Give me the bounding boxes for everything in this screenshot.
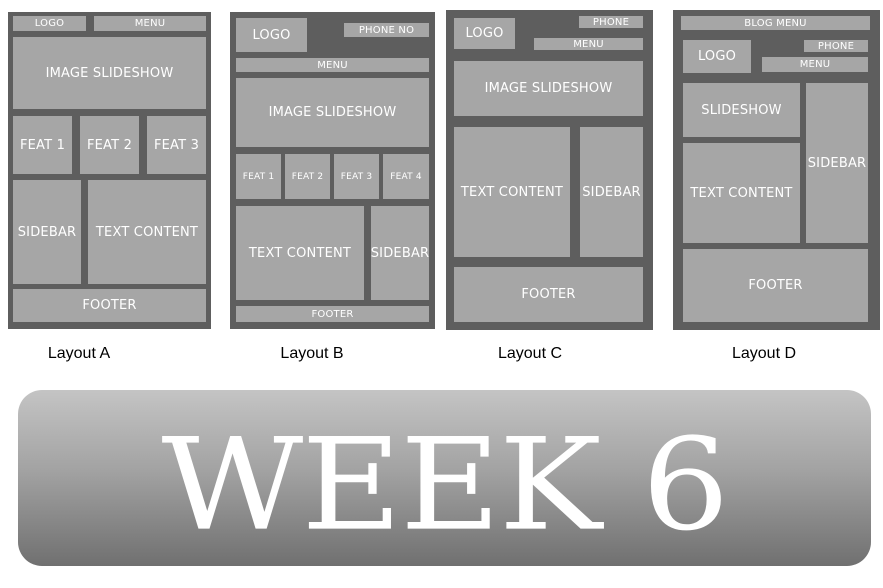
layout-b-image-slideshow: IMAGE SLIDESHOW xyxy=(236,78,429,147)
layout-a-footer: FOOTER xyxy=(13,289,206,322)
layout-b-feat-2: FEAT 2 xyxy=(285,154,330,199)
layout-d-logo: LOGO xyxy=(683,40,751,73)
layout-a-caption: Layout A xyxy=(47,345,111,362)
layout-c-wireframe: LOGO PHONE MENU IMAGE SLIDESHOW TEXT CON… xyxy=(446,10,653,330)
layout-b-text-content: TEXT CONTENT xyxy=(236,206,364,300)
layout-d-blog-menu: BLOG MENU xyxy=(681,16,870,30)
layout-c-text-content: TEXT CONTENT xyxy=(454,127,570,257)
layout-c-image-slideshow: IMAGE SLIDESHOW xyxy=(454,61,643,116)
layout-d-caption: Layout D xyxy=(731,345,797,362)
layout-b-caption: Layout B xyxy=(280,345,344,362)
layout-b-feat-1: FEAT 1 xyxy=(236,154,281,199)
layout-b-wireframe: LOGO PHONE NO MENU IMAGE SLIDESHOW FEAT … xyxy=(230,12,435,329)
layout-c-menu: MENU xyxy=(534,38,643,50)
layout-a-text-content: TEXT CONTENT xyxy=(88,180,206,284)
layout-d-wireframe: BLOG MENU LOGO PHONE MENU SLIDESHOW TEXT… xyxy=(673,10,880,330)
layout-d-menu: MENU xyxy=(762,57,868,72)
layout-c-footer: FOOTER xyxy=(454,267,643,322)
layout-a-menu: MENU xyxy=(94,16,206,31)
layout-b-logo: LOGO xyxy=(236,18,307,52)
week-banner: WEEK 6 xyxy=(18,390,871,566)
layout-b-footer: FOOTER xyxy=(236,306,429,322)
layout-b-phone-no: PHONE NO xyxy=(344,23,429,37)
layout-a-wireframe: LOGO MENU IMAGE SLIDESHOW FEAT 1 FEAT 2 … xyxy=(8,12,211,329)
layout-d-phone: PHONE xyxy=(804,40,868,52)
layout-a-feat-2: FEAT 2 xyxy=(80,116,139,174)
layout-b-menu: MENU xyxy=(236,58,429,72)
layout-c-caption: Layout C xyxy=(497,345,563,362)
layout-b-feat-4: FEAT 4 xyxy=(383,154,429,199)
layout-c-sidebar: SIDEBAR xyxy=(580,127,643,257)
layout-a-sidebar: SIDEBAR xyxy=(13,180,81,284)
layout-b-sidebar: SIDEBAR xyxy=(371,206,429,300)
week-title: WEEK 6 xyxy=(161,410,729,559)
layout-a-feat-1: FEAT 1 xyxy=(13,116,72,174)
layout-c-logo: LOGO xyxy=(454,18,515,49)
layout-d-slideshow: SLIDESHOW xyxy=(683,83,800,137)
layout-a-logo: LOGO xyxy=(13,16,86,31)
layout-c-phone: PHONE xyxy=(579,16,643,28)
layout-d-sidebar: SIDEBAR xyxy=(806,83,868,243)
layout-a-feat-3: FEAT 3 xyxy=(147,116,206,174)
layout-b-feat-3: FEAT 3 xyxy=(334,154,379,199)
layout-a-image-slideshow: IMAGE SLIDESHOW xyxy=(13,37,206,109)
layout-d-footer: FOOTER xyxy=(683,249,868,322)
layout-d-text-content: TEXT CONTENT xyxy=(683,143,800,243)
